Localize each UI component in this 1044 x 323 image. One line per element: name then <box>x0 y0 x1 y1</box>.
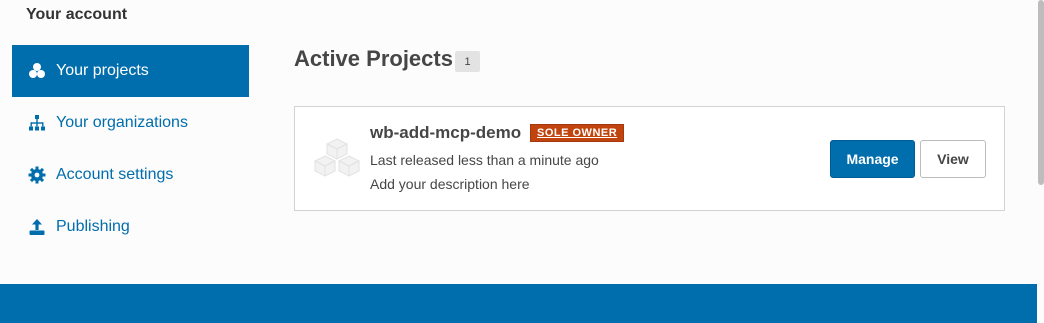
project-description: Add your description here <box>370 176 530 192</box>
project-release-status: Last released less than a minute ago <box>370 152 599 168</box>
sole-owner-badge[interactable]: SOLE OWNER <box>530 124 625 142</box>
scrollbar[interactable] <box>1038 0 1044 185</box>
sidebar-nav: Your projects Your organizations Account… <box>12 45 249 253</box>
project-count-badge: 1 <box>455 51 480 72</box>
sidebar-item-label: Your projects <box>56 62 149 79</box>
account-heading: Your account <box>26 6 128 23</box>
upload-icon <box>28 218 46 236</box>
sidebar-item-your-projects[interactable]: Your projects <box>12 45 249 97</box>
view-button[interactable]: View <box>920 140 986 178</box>
sidebar-item-label: Account settings <box>56 166 174 183</box>
cubes-icon <box>28 62 46 80</box>
manage-button[interactable]: Manage <box>830 140 915 178</box>
sidebar-item-account-settings[interactable]: Account settings <box>12 149 249 201</box>
page-title: Active Projects <box>294 46 453 71</box>
sidebar-item-publishing[interactable]: Publishing <box>12 201 249 253</box>
package-cubes-icon <box>313 138 361 177</box>
footer-bar <box>0 284 1037 323</box>
sidebar-item-your-organizations[interactable]: Your organizations <box>12 97 249 149</box>
gear-icon <box>28 166 46 184</box>
project-card: wb-add-mcp-demo SOLE OWNER Last released… <box>294 106 1005 211</box>
project-name-link[interactable]: wb-add-mcp-demo <box>370 123 521 143</box>
sidebar-item-label: Publishing <box>56 218 130 235</box>
sidebar-item-label: Your organizations <box>56 114 188 131</box>
sitemap-icon <box>28 114 46 132</box>
